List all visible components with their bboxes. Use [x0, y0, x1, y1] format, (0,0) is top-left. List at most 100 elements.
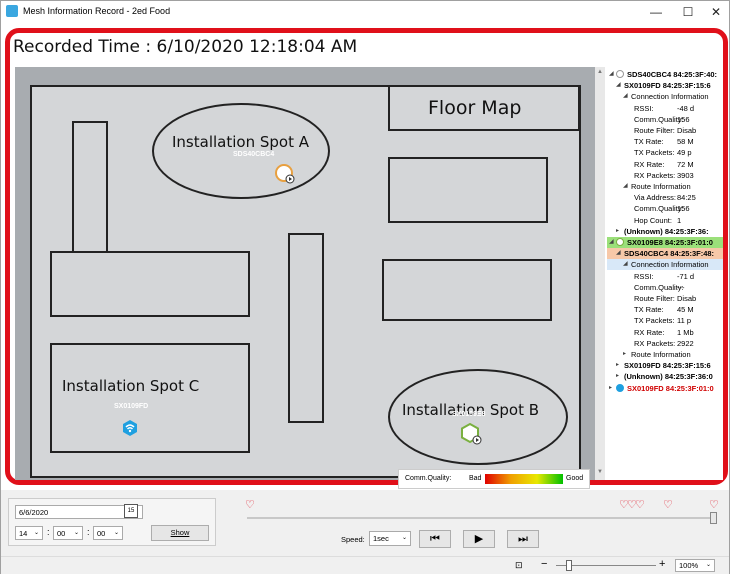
tree-row[interactable]: Comm.Quality: 156	[607, 203, 723, 214]
tree-row[interactable]: ▸ (Unknown) 84:25:3F:36:0	[607, 371, 723, 382]
speed-value: 1sec	[373, 534, 389, 543]
show-button[interactable]: Show	[151, 525, 209, 541]
timeline-marker-icon[interactable]: ♡	[709, 500, 719, 511]
tree-row[interactable]: Comm.Quality: ---	[607, 282, 723, 293]
zoom-out-icon[interactable]: −	[541, 558, 547, 570]
collapse-icon[interactable]: ◢	[609, 237, 614, 248]
fit-to-window-icon[interactable]: ⊡	[515, 560, 523, 571]
legend-label: Comm.Quality:	[405, 475, 452, 482]
tree-row[interactable]: ◢ SX0109FD 84:25:3F:15:6	[607, 80, 723, 91]
collapse-icon[interactable]: ◢	[623, 181, 628, 192]
legend-gradient	[485, 474, 563, 484]
property-key: RX Packets:	[634, 170, 676, 180]
tree-row[interactable]: RX Rate: 72 M	[607, 159, 723, 170]
map-vertical-scrollbar[interactable]: ▲ ▼	[595, 67, 605, 480]
node-icon	[616, 70, 624, 78]
title-bar: Mesh Information Record - 2ed Food — ☐ ✕	[1, 1, 729, 23]
property-key: RSSI:	[634, 271, 654, 281]
property-value: 1 Mb	[677, 327, 694, 337]
property-key: Route Filter:	[634, 126, 675, 135]
zoom-slider-thumb[interactable]	[566, 560, 572, 571]
calendar-icon[interactable]: 15	[124, 504, 138, 518]
tree-node-label: SDS40CBC4 84:25:3F:40:	[627, 70, 718, 79]
second-value: 00	[97, 529, 106, 538]
timeline-track[interactable]	[247, 517, 713, 519]
second-select[interactable]: 00 ⌄	[93, 526, 123, 540]
property-key: TX Rate:	[634, 137, 664, 147]
tree-row[interactable]: ▸ (Unknown) 84:25:3F:36:	[607, 226, 723, 237]
tree-node-label: SDS40CBC4 84:25:3F:48:	[624, 249, 715, 259]
tree-row[interactable]: RX Packets: 3903	[607, 170, 723, 181]
property-value: 58 M	[677, 137, 694, 147]
tree-row[interactable]: ▸ SX0109FD 84:25:3F:01:0	[607, 383, 723, 394]
property-value: 1	[677, 215, 682, 225]
tree-row[interactable]: ◢ Route Information	[607, 181, 723, 192]
zoom-select[interactable]: 100% ⌄	[675, 559, 715, 572]
collapse-icon[interactable]: ◢	[623, 259, 628, 270]
wifi-node-icon[interactable]	[121, 419, 139, 437]
spot-a-label: Installation Spot A	[172, 133, 309, 151]
expand-icon[interactable]: ▸	[623, 349, 626, 360]
tree-row[interactable]: Hop Count: 1	[607, 215, 723, 226]
tree-row[interactable]: ◢ SDS40CBC4 84:25:3F:40:	[607, 69, 723, 80]
tree-row[interactable]: ▸ SX0109FD 84:25:3F:15:6	[607, 360, 723, 371]
tree-node-label: Route Information	[631, 350, 691, 359]
tree-row[interactable]: ◢ Connection Information	[607, 259, 723, 271]
tree-row[interactable]: ◢ SX0109E8 84:25:3F:01:0	[607, 237, 723, 248]
zoom-value: 100%	[679, 561, 699, 570]
tree-row[interactable]: Via Address: 84:25	[607, 192, 723, 203]
device-b-label: SX0109E8	[452, 411, 486, 418]
spot-c-label: Installation Spot C	[62, 377, 200, 395]
skip-previous-button[interactable]: ⏮	[419, 530, 451, 548]
tree-row[interactable]: ◢ Connection Information	[607, 91, 723, 102]
tree-node-label: SX0109FD 84:25:3F:15:6	[624, 361, 711, 371]
tree-row[interactable]: RX Packets: 2922	[607, 338, 723, 349]
timeline-marker-icon[interactable]: ♡	[619, 500, 629, 511]
speed-select[interactable]: 1sec ⌄	[369, 531, 411, 546]
expand-icon[interactable]: ▸	[616, 371, 619, 382]
map-canvas[interactable]: Floor Map Installation Spot A SDS40CBC4 …	[15, 67, 595, 489]
mesh-node-green-icon[interactable]	[460, 423, 484, 447]
property-key: Route Filter:	[634, 294, 675, 303]
collapse-icon[interactable]: ◢	[616, 80, 621, 91]
timeline-marker-icon[interactable]: ♡	[635, 500, 645, 511]
tree-row[interactable]: RX Rate: 1 Mb	[607, 327, 723, 338]
tree-row[interactable]: TX Packets: 49 p	[607, 147, 723, 158]
scroll-down-icon[interactable]: ▼	[597, 469, 603, 475]
tree-row[interactable]: TX Rate: 58 M	[607, 136, 723, 147]
timeline-marker-icon[interactable]: ♡	[627, 500, 637, 511]
tree-row[interactable]: TX Packets: 11 p	[607, 315, 723, 326]
maximize-button[interactable]: ☐	[673, 1, 703, 23]
tree-row[interactable]: ▸ Route Information	[607, 349, 723, 360]
tree-row[interactable]: RSSI: -71 d	[607, 271, 723, 282]
hour-select[interactable]: 14 ⌄	[15, 526, 43, 540]
close-button[interactable]: ✕	[701, 1, 730, 23]
tree-row[interactable]: RSSI: -48 d	[607, 103, 723, 114]
skip-next-button[interactable]: ⏭	[507, 530, 539, 548]
mesh-tree-view[interactable]: ◢ SDS40CBC4 84:25:3F:40: ◢ SX0109FD 84:25:3…	[607, 67, 723, 480]
mesh-node-hollow-icon[interactable]	[274, 163, 298, 187]
scroll-up-icon[interactable]: ▲	[597, 69, 603, 75]
collapse-icon[interactable]: ◢	[616, 248, 621, 259]
play-icon: ▶	[474, 533, 484, 545]
play-button[interactable]: ▶	[463, 530, 495, 548]
zoom-in-icon[interactable]: +	[659, 558, 665, 570]
room-block	[72, 121, 108, 259]
tree-row[interactable]: ◢ SDS40CBC4 84:25:3F:48:	[607, 248, 723, 260]
minute-select[interactable]: 00 ⌄	[53, 526, 83, 540]
collapse-icon[interactable]: ◢	[609, 69, 614, 80]
tree-row[interactable]: Route Filter: Disab	[607, 293, 723, 304]
timeline-marker-icon[interactable]: ♡	[245, 500, 255, 511]
tree-row[interactable]: Comm.Quality: 156	[607, 114, 723, 125]
tree-row[interactable]: Route Filter: Disab	[607, 125, 723, 136]
expand-icon[interactable]: ▸	[609, 383, 612, 394]
collapse-icon[interactable]: ◢	[623, 91, 628, 102]
tree-row[interactable]: TX Rate: 45 M	[607, 304, 723, 315]
expand-icon[interactable]: ▸	[616, 360, 619, 371]
minimize-button[interactable]: —	[641, 1, 671, 23]
tree-node-label: Route Information	[631, 182, 691, 191]
expand-icon[interactable]: ▸	[616, 226, 619, 237]
timeline-thumb[interactable]	[710, 512, 717, 524]
timeline-marker-icon[interactable]: ♡	[663, 500, 673, 511]
device-c-label: SX0109FD	[114, 403, 149, 410]
